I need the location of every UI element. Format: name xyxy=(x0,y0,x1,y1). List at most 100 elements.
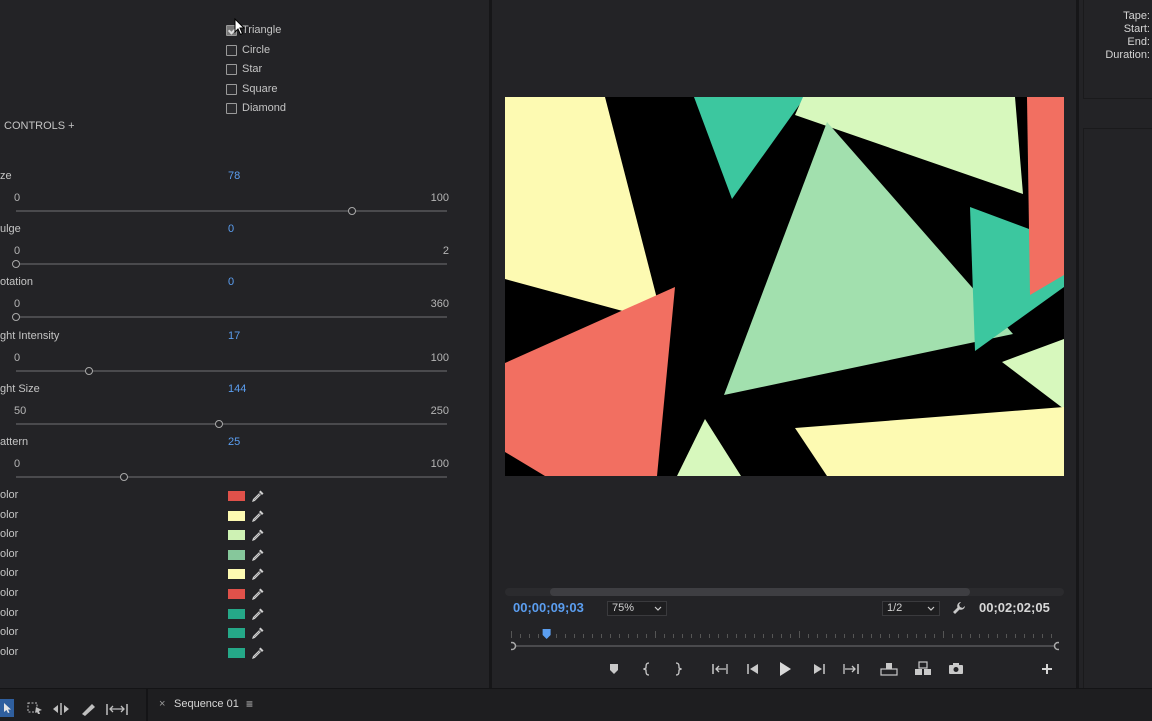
param-max: 360 xyxy=(430,298,449,311)
extract-icon[interactable] xyxy=(914,661,932,676)
step-back-icon[interactable] xyxy=(746,662,760,676)
transport-controls xyxy=(605,660,1065,678)
param-value[interactable]: 0 xyxy=(228,223,234,235)
razor-tool-icon[interactable] xyxy=(80,702,96,716)
close-tab-icon[interactable]: × xyxy=(159,698,165,710)
param-max: 2 xyxy=(442,245,449,258)
param-slider-track[interactable] xyxy=(16,476,447,478)
time-ruler[interactable] xyxy=(507,628,1063,652)
shape-option-label: Triangle xyxy=(242,24,282,36)
preview-scrollbar[interactable] xyxy=(505,588,1064,596)
shape-option-3[interactable]: Square xyxy=(226,81,277,97)
color-label: olor xyxy=(0,645,19,658)
color-swatch[interactable] xyxy=(228,647,245,658)
param-min: 50 xyxy=(14,404,27,417)
eyedropper-icon[interactable] xyxy=(251,567,265,581)
go-to-in-icon[interactable] xyxy=(712,662,728,676)
color-swatch[interactable] xyxy=(228,569,245,580)
info-tape-label: Tape: xyxy=(1123,10,1150,22)
wrench-icon[interactable] xyxy=(952,601,966,615)
mark-out-icon[interactable] xyxy=(672,662,682,676)
param-value[interactable]: 0 xyxy=(228,276,234,288)
resolution-dropdown[interactable]: 1/2 xyxy=(882,601,940,616)
eyedropper-icon[interactable] xyxy=(251,646,265,660)
ripple-edit-icon[interactable] xyxy=(52,702,70,716)
param-min: 0 xyxy=(14,298,21,311)
add-marker-icon[interactable] xyxy=(608,662,620,676)
param-slider-thumb[interactable] xyxy=(85,366,94,375)
eyedropper-icon[interactable] xyxy=(251,626,265,640)
shape-option-2[interactable]: Star xyxy=(226,61,262,77)
mark-in-icon[interactable] xyxy=(643,662,653,676)
camera-icon[interactable] xyxy=(948,662,964,675)
color-swatch[interactable] xyxy=(228,491,245,501)
sequence-tab[interactable]: Sequence 01 xyxy=(174,698,239,710)
param-min: 0 xyxy=(14,351,21,364)
color-label: olor xyxy=(0,587,19,599)
shape-checkbox[interactable] xyxy=(226,83,237,95)
param-slider-track[interactable] xyxy=(16,422,447,425)
param-min: 0 xyxy=(14,458,21,470)
chevron-down-icon xyxy=(654,606,662,611)
current-timecode[interactable]: 00;00;09;03 xyxy=(513,600,584,615)
param-slider-track[interactable] xyxy=(16,263,447,266)
shape-option-label: Circle xyxy=(242,44,271,56)
param-slider-track[interactable] xyxy=(16,369,447,372)
shape-option-1[interactable]: Circle xyxy=(226,42,270,58)
param-slider-thumb[interactable] xyxy=(214,419,223,428)
param-value[interactable]: 144 xyxy=(228,383,246,395)
color-label: olor xyxy=(0,489,19,501)
go-to-out-icon[interactable] xyxy=(843,662,859,676)
program-preview[interactable] xyxy=(505,97,1064,476)
color-swatch[interactable] xyxy=(228,589,245,599)
shape-checkbox[interactable] xyxy=(226,102,237,114)
param-slider-track[interactable] xyxy=(16,210,447,212)
param-label: ght Size xyxy=(0,382,40,395)
shape-option-label: Star xyxy=(242,63,263,75)
zoom-dropdown[interactable]: 75% xyxy=(607,601,667,616)
eyedropper-icon[interactable] xyxy=(251,528,265,542)
shape-checkbox[interactable] xyxy=(226,63,237,75)
controls-header[interactable]: CONTROLS + xyxy=(4,120,75,132)
selection-tool-highlight[interactable] xyxy=(0,699,14,717)
lift-icon[interactable] xyxy=(880,661,898,676)
timeline-header-bar: × Sequence 01 ≡ xyxy=(0,688,1152,721)
tab-menu-icon[interactable]: ≡ xyxy=(246,697,253,711)
eyedropper-icon[interactable] xyxy=(251,607,265,621)
step-forward-icon[interactable] xyxy=(812,662,826,676)
param-max: 100 xyxy=(430,192,449,204)
color-swatch[interactable] xyxy=(228,530,245,541)
play-icon[interactable] xyxy=(778,661,792,677)
param-value[interactable]: 17 xyxy=(228,330,240,342)
toolbar-divider xyxy=(146,689,148,721)
info-end-label: End: xyxy=(1127,36,1150,48)
color-swatch[interactable] xyxy=(228,549,245,560)
param-slider-track[interactable] xyxy=(16,316,447,319)
slip-tool-icon[interactable] xyxy=(106,702,128,716)
track-select-icon[interactable] xyxy=(27,702,43,716)
color-label: olor xyxy=(0,547,19,560)
info-start-label: Start: xyxy=(1123,23,1150,35)
param-max: 100 xyxy=(430,351,449,364)
mouse-cursor-icon xyxy=(234,18,246,36)
eyedropper-icon[interactable] xyxy=(251,587,265,601)
shape-option-4[interactable]: Diamond xyxy=(226,100,286,116)
param-label: otation xyxy=(0,276,34,289)
param-slider-thumb[interactable] xyxy=(119,473,128,481)
param-label: ulge xyxy=(0,223,21,236)
eyedropper-icon[interactable] xyxy=(251,489,265,503)
eyedropper-icon[interactable] xyxy=(251,548,265,562)
resolution-value: 1/2 xyxy=(887,602,903,614)
color-swatch[interactable] xyxy=(228,608,245,619)
info-panel xyxy=(1079,0,1152,689)
color-swatch[interactable] xyxy=(228,628,245,639)
param-value[interactable]: 78 xyxy=(228,170,240,182)
shape-checkbox[interactable] xyxy=(226,44,237,56)
add-button-icon[interactable] xyxy=(1041,663,1053,675)
eyedropper-icon[interactable] xyxy=(251,509,265,523)
scrollbar-thumb[interactable] xyxy=(550,588,970,596)
param-max: 100 xyxy=(430,458,449,470)
param-value[interactable]: 25 xyxy=(228,436,240,448)
color-swatch[interactable] xyxy=(228,510,245,521)
duration-timecode: 00;02;02;05 xyxy=(979,600,1050,615)
